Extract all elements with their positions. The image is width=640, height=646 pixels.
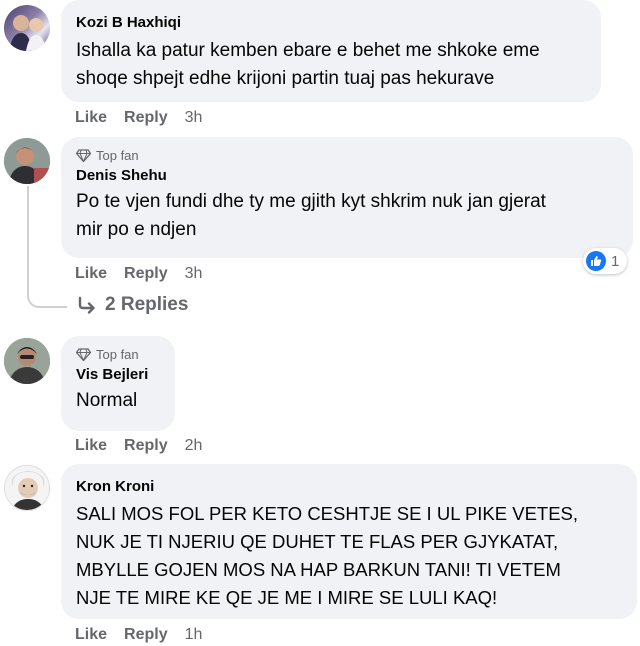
comment-text-line: mir po e ndjen [76,219,197,240]
comment-author[interactable]: Vis Bejleri [76,365,161,385]
comment-actions: Like Reply 2h [75,437,219,455]
avatar[interactable] [4,138,50,184]
comment-text-line: Normal [76,390,138,411]
thread-line-curve [27,290,67,308]
reply-button[interactable]: Reply [124,265,168,283]
comment-text-line: shoqe shpejt edhe krijoni partin tuaj pa… [76,68,495,89]
comment-actions: Like Reply 3h [75,265,219,283]
like-button[interactable]: Like [75,626,107,644]
comment-text-line: NUK JE TI NJERIU QE DUHET TE FLAS PER GJ… [76,531,559,552]
comment-text-line: Po te vjen fundi dhe ty me gjith kyt shk… [76,191,546,212]
comment-author[interactable]: Kozi B Haxhiqi [76,13,587,33]
comment-author[interactable]: Denis Shehu [76,166,619,186]
comment-actions: Like Reply 3h [75,109,219,127]
top-fan-badge: Top fan [76,146,619,164]
reply-arrow-icon [78,296,95,314]
comment-text-line: Ishalla ka patur kemben ebare e behet me… [76,40,540,61]
comment-timestamp[interactable]: 1h [185,626,203,644]
comment-author[interactable]: Kron Kroni [76,477,623,497]
comment-bubble: Top fan Vis Bejleri Normal [61,336,175,431]
diamond-icon [76,347,91,361]
comment-bubble: Kozi B Haxhiqi Ishalla ka patur kemben e… [61,0,601,102]
comment-actions: Like Reply 1h [75,626,219,644]
like-button[interactable]: Like [75,265,107,283]
comment-text-line: NJE TE MIRE KE QE JE ME I MIRE SE LULI K… [76,587,498,608]
comment-bubble: Top fan Denis Shehu Po te vjen fundi dhe… [61,137,633,258]
comment-timestamp[interactable]: 2h [185,437,203,455]
thread-line-vertical [27,186,29,294]
reaction-count: 1 [611,252,620,270]
badge-label: Top fan [96,346,139,362]
comment-timestamp[interactable]: 3h [185,265,203,283]
comment-text-line: SALI MOS FOL PER KETO CESHTJE SE I UL PI… [76,503,579,524]
replies-label[interactable]: 2 Replies [105,294,188,316]
comment-bubble: Kron Kroni SALI MOS FOL PER KETO CESHTJE… [61,464,637,619]
view-replies-link[interactable]: 2 Replies [77,294,188,316]
badge-label: Top fan [96,147,139,163]
reaction-summary[interactable]: 1 [583,248,628,274]
like-icon [586,251,606,271]
avatar[interactable] [4,5,50,51]
like-button[interactable]: Like [75,109,107,127]
reply-button[interactable]: Reply [124,437,168,455]
reply-button[interactable]: Reply [124,626,168,644]
reply-button[interactable]: Reply [124,109,168,127]
diamond-icon [76,148,91,162]
top-fan-badge: Top fan [76,345,161,363]
like-button[interactable]: Like [75,437,107,455]
comment-timestamp[interactable]: 3h [185,109,203,127]
comment-text-line: MBYLLE GOJEN MOS NA HAP BARKUN TANI! TI … [76,559,561,580]
avatar[interactable] [4,465,50,511]
avatar[interactable] [4,338,50,384]
